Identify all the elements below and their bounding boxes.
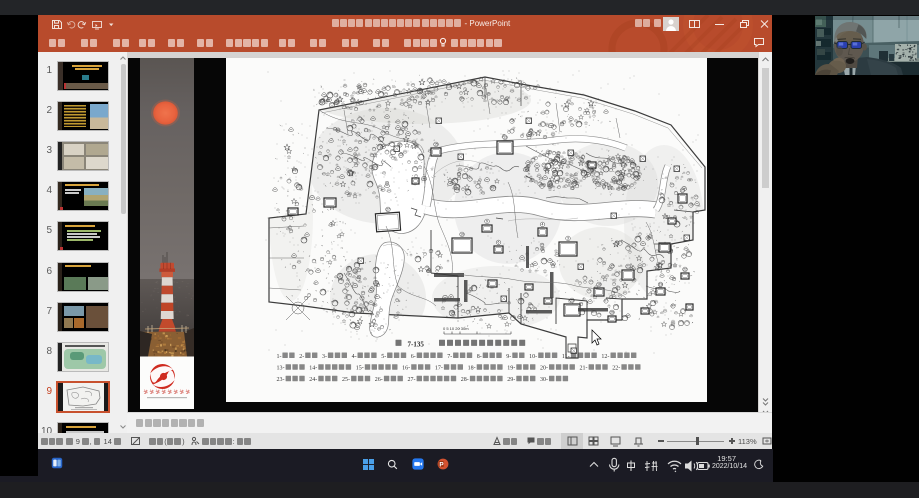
svg-text:30-: 30- <box>540 377 548 383</box>
svg-text:15-: 15- <box>355 366 363 372</box>
svg-text:12-: 12- <box>601 354 609 360</box>
svg-text:6-: 6- <box>410 354 415 360</box>
svg-text:1-: 1- <box>276 354 281 360</box>
svg-text:25: 25 <box>680 189 684 193</box>
svg-text:25-: 25- <box>342 377 350 383</box>
svg-text:27-: 27- <box>407 377 415 383</box>
svg-text:29-: 29- <box>507 377 515 383</box>
svg-text:13: 13 <box>503 136 507 140</box>
svg-text:7-135: 7-135 <box>404 341 424 349</box>
svg-text:19-: 19- <box>507 366 515 372</box>
svg-text:22: 22 <box>683 268 687 272</box>
svg-text:17-: 17- <box>434 366 442 372</box>
svg-text:2-: 2- <box>299 354 304 360</box>
svg-text:9-: 9- <box>506 354 511 360</box>
svg-text:15: 15 <box>434 143 438 147</box>
svg-text:13-: 13- <box>276 366 284 372</box>
svg-text:18-: 18- <box>467 366 475 372</box>
svg-text:0 5 10 20 30m: 0 5 10 20 30m <box>443 326 469 331</box>
svg-text:10-: 10- <box>529 354 537 360</box>
svg-text:19: 19 <box>658 283 662 287</box>
svg-text:27: 27 <box>386 208 390 212</box>
svg-text:14-: 14- <box>309 366 317 372</box>
svg-text:3-: 3- <box>322 354 327 360</box>
svg-text:28-: 28- <box>460 377 468 383</box>
svg-text:23-: 23- <box>276 377 284 383</box>
svg-text:3: 3 <box>567 237 569 241</box>
svg-text:29: 29 <box>610 311 614 315</box>
svg-text:21: 21 <box>626 265 630 269</box>
svg-text:11-: 11- <box>561 354 569 360</box>
svg-text:26-: 26- <box>374 377 382 383</box>
svg-text:4: 4 <box>541 223 543 227</box>
svg-text:10: 10 <box>460 233 464 237</box>
svg-text:5-: 5- <box>381 354 386 360</box>
svg-text:4-: 4- <box>351 354 356 360</box>
svg-text:18: 18 <box>597 283 601 287</box>
svg-text:P: P <box>439 462 444 469</box>
svg-text:20-: 20- <box>540 366 548 372</box>
svg-text:7-: 7- <box>447 354 452 360</box>
svg-text:9: 9 <box>486 220 488 224</box>
svg-text:16-: 16- <box>402 366 410 372</box>
svg-text:8-: 8- <box>476 354 481 360</box>
svg-text:21-: 21- <box>579 366 587 372</box>
svg-text:22-: 22- <box>612 366 620 372</box>
svg-text:24-: 24- <box>309 377 317 383</box>
svg-text:6: 6 <box>497 241 499 245</box>
